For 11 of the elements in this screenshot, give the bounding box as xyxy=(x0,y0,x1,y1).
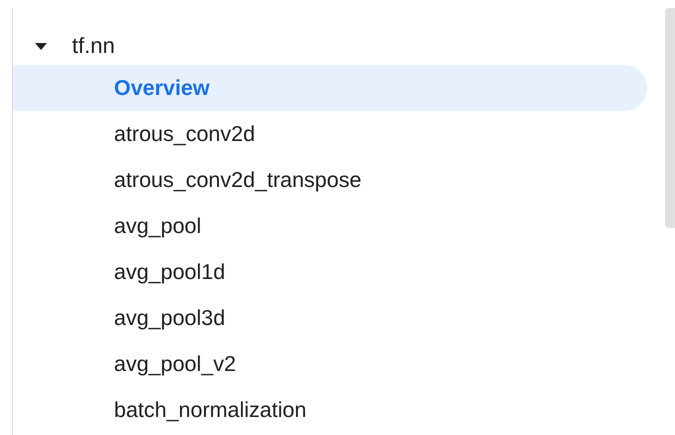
nav-item[interactable]: Overview xyxy=(13,65,647,111)
nav-item[interactable]: avg_pool_v2 xyxy=(13,341,647,387)
nav-item[interactable]: avg_pool3d xyxy=(13,295,647,341)
scrollbar[interactable] xyxy=(665,8,675,228)
tree-section-label[interactable]: tf.nn xyxy=(72,33,115,59)
nav-item[interactable]: avg_pool1d xyxy=(13,249,647,295)
nav-item[interactable]: atrous_conv2d_transpose xyxy=(13,157,647,203)
nav-item[interactable]: batch_normalization xyxy=(13,387,647,433)
nav-item[interactable]: atrous_conv2d xyxy=(13,111,647,157)
nav-item[interactable]: avg_pool xyxy=(13,203,647,249)
caret-icon[interactable] xyxy=(35,42,47,50)
